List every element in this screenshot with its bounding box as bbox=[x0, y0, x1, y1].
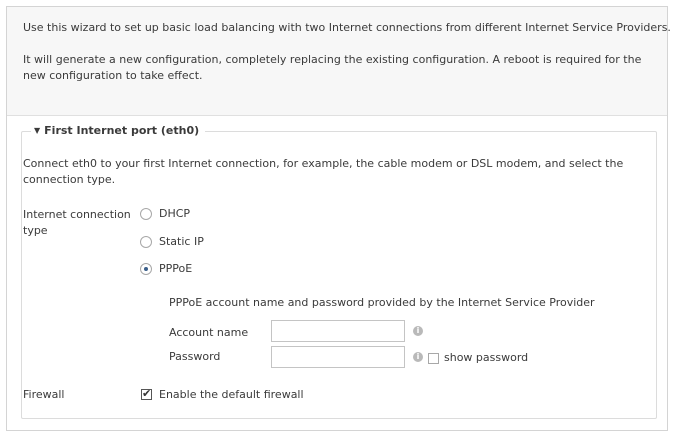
intro-text-1: Use this wizard to set up basic load bal… bbox=[23, 21, 671, 34]
info-icon[interactable]: i bbox=[413, 352, 423, 362]
wizard-panel: Use this wizard to set up basic load bal… bbox=[6, 6, 671, 431]
radio-static-ip-label[interactable]: Static IP bbox=[159, 234, 204, 250]
password-label: Password bbox=[169, 350, 221, 363]
section-description: Connect eth0 to your first Internet conn… bbox=[23, 157, 624, 186]
firewall-label: Firewall bbox=[23, 388, 65, 401]
radio-dhcp-label[interactable]: DHCP bbox=[159, 206, 190, 222]
firewall-checkbox[interactable] bbox=[141, 387, 152, 400]
section-title: First Internet port (eth0) bbox=[44, 124, 200, 137]
pppoe-note: PPPoE account name and password provided… bbox=[169, 296, 595, 309]
info-icon[interactable]: i bbox=[413, 326, 423, 336]
wizard-intro: Use this wizard to set up basic load bal… bbox=[7, 7, 671, 116]
radio-pppoe[interactable] bbox=[140, 263, 152, 275]
collapse-triangle-icon: ▼ bbox=[34, 126, 41, 135]
firewall-checkbox-label[interactable]: Enable the default firewall bbox=[159, 387, 304, 403]
password-input[interactable] bbox=[271, 346, 405, 368]
connection-type-label: Internet connection type bbox=[23, 208, 131, 237]
radio-pppoe-label[interactable]: PPPoE bbox=[159, 261, 192, 277]
show-password-checkbox[interactable] bbox=[428, 353, 439, 364]
account-name-label: Account name bbox=[169, 326, 249, 339]
show-password-label[interactable]: show password bbox=[444, 350, 528, 366]
radio-dhcp[interactable] bbox=[140, 208, 152, 220]
section-toggle[interactable]: ▼ First Internet port (eth0) bbox=[31, 123, 206, 139]
radio-static-ip[interactable] bbox=[140, 236, 152, 248]
account-name-input[interactable] bbox=[271, 320, 405, 342]
intro-text-2: It will generate a new configuration, co… bbox=[23, 53, 642, 82]
